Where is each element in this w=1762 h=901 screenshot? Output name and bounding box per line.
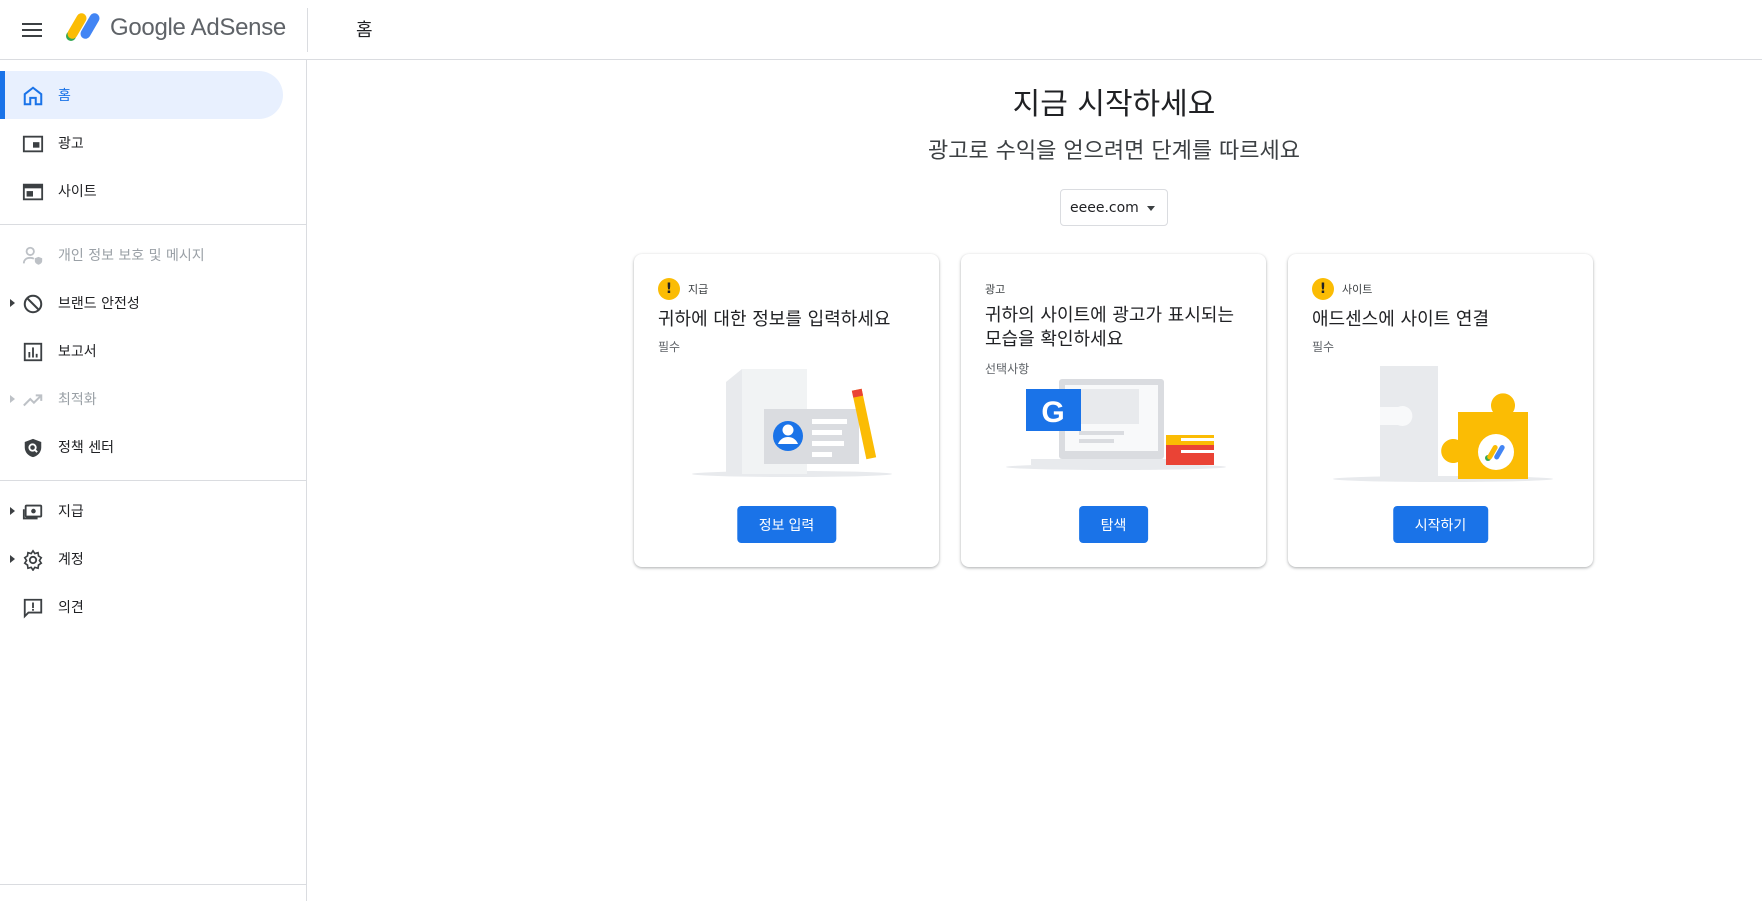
card-tag: 사이트 <box>1342 283 1373 296</box>
sidebar-item-label: 브랜드 안전성 <box>58 296 140 312</box>
card-requirement: 필수 <box>658 340 681 354</box>
info-card-illustration <box>692 369 892 477</box>
sidebar-item-label: 의견 <box>58 600 84 616</box>
header-divider <box>307 8 308 52</box>
sidebar-item-label: 보고서 <box>58 344 97 360</box>
gear-icon <box>23 549 43 571</box>
card-tag: 광고 <box>985 283 1006 296</box>
adsense-logo-icon[interactable] <box>64 10 102 42</box>
reports-icon <box>23 342 43 362</box>
expand-caret-icon <box>10 507 15 515</box>
home-icon <box>23 86 43 106</box>
expand-caret-icon <box>10 299 15 307</box>
warning-icon: ! <box>658 278 680 300</box>
sidebar-item-reports[interactable]: 보고서 <box>0 327 283 375</box>
main-content: 지금 시작하세요 광고로 수익을 얻으려면 단계를 따르세요 eeee.com … <box>308 61 1762 901</box>
step-card-payments: ! 지급 귀하에 대한 정보를 입력하세요 필수 정보 입력 <box>634 254 939 567</box>
card-requirement: 필수 <box>1312 340 1335 354</box>
card-tag-row: ! 지급 <box>658 278 708 300</box>
sidebar-item-sites[interactable]: 사이트 <box>0 167 283 215</box>
dropdown-arrow-icon <box>1147 206 1155 211</box>
sidebar-divider <box>0 480 307 481</box>
svg-text:G: G <box>1041 396 1064 429</box>
sidebar-item-label: 홈 <box>58 88 71 104</box>
card-title: 애드센스에 사이트 연결 <box>1312 309 1490 330</box>
explore-button[interactable]: 탐색 <box>1078 506 1149 543</box>
sidebar-item-feedback[interactable]: 의견 <box>0 583 283 631</box>
policy-shield-icon <box>24 438 42 458</box>
sidebar-item-label: 지급 <box>58 504 84 520</box>
sidebar-item-label: 최적화 <box>58 392 97 408</box>
sidebar-item-privacy[interactable]: 개인 정보 보호 및 메시지 <box>0 231 283 279</box>
sidebar-item-label: 사이트 <box>58 184 97 200</box>
sidebar-divider <box>0 224 307 225</box>
card-tag: 지급 <box>688 283 709 296</box>
sidebar-item-payments[interactable]: 지급 <box>0 487 283 535</box>
logo-text[interactable]: Google AdSense <box>110 14 286 42</box>
heading-subtitle: 광고로 수익을 얻으려면 단계를 따르세요 <box>927 139 1301 164</box>
card-requirement: 선택사항 <box>985 362 1030 376</box>
payments-icon <box>22 504 43 520</box>
sites-icon <box>22 183 44 201</box>
site-select-value: eeee.com <box>1070 199 1139 216</box>
card-title: 귀하의 사이트에 광고가 표시되는 모습을 확인하세요 <box>985 305 1235 350</box>
sidebar-item-label: 개인 정보 보호 및 메시지 <box>58 248 205 264</box>
sidebar-item-ads[interactable]: 광고 <box>0 119 283 167</box>
expand-caret-icon <box>10 395 15 403</box>
step-card-ads: 광고 귀하의 사이트에 광고가 표시되는 모습을 확인하세요 선택사항 G 탐색 <box>961 254 1266 567</box>
ad-preview-illustration: G <box>1006 379 1226 470</box>
sidebar-item-home[interactable]: 홈 <box>0 71 283 119</box>
heading-title: 지금 시작하세요 <box>1012 87 1216 122</box>
sidebar-divider <box>0 884 307 885</box>
hamburger-menu-icon[interactable] <box>18 15 48 45</box>
sidebar-item-account[interactable]: 계정 <box>0 535 283 583</box>
sidebar-item-policy-center[interactable]: 정책 센터 <box>0 423 283 471</box>
card-tag-row: ! 사이트 <box>1312 278 1372 300</box>
sidebar-item-label: 계정 <box>58 552 84 568</box>
get-started-button[interactable]: 시작하기 <box>1392 506 1489 543</box>
puzzle-illustration <box>1333 366 1553 482</box>
sidebar-item-optimize[interactable]: 최적화 <box>0 375 283 423</box>
sidebar-item-brand-safety[interactable]: 브랜드 안전성 <box>0 279 283 327</box>
trending-icon <box>23 394 43 407</box>
feedback-icon <box>23 598 43 619</box>
sidebar-item-label: 정책 센터 <box>58 440 114 456</box>
step-card-sites: ! 사이트 애드센스에 사이트 연결 필수 시작하기 <box>1288 254 1593 567</box>
sidebar-item-label: 광고 <box>58 136 84 152</box>
card-tag-row: 광고 <box>985 278 1005 300</box>
privacy-icon <box>22 246 43 265</box>
site-select-dropdown[interactable]: eeee.com <box>1060 189 1168 226</box>
enter-info-button[interactable]: 정보 입력 <box>736 506 837 543</box>
sidebar: 홈 광고 사이트 개인 정보 보호 및 메시지 브랜드 안전성 보고서 최적화 … <box>0 60 307 901</box>
expand-caret-icon <box>10 555 15 563</box>
page-title: 홈 <box>356 20 373 41</box>
app-header: Google AdSense 홈 <box>0 0 1762 60</box>
card-title: 귀하에 대한 정보를 입력하세요 <box>658 309 891 330</box>
block-icon <box>23 294 43 314</box>
ads-icon <box>22 135 44 153</box>
warning-icon: ! <box>1312 278 1334 300</box>
